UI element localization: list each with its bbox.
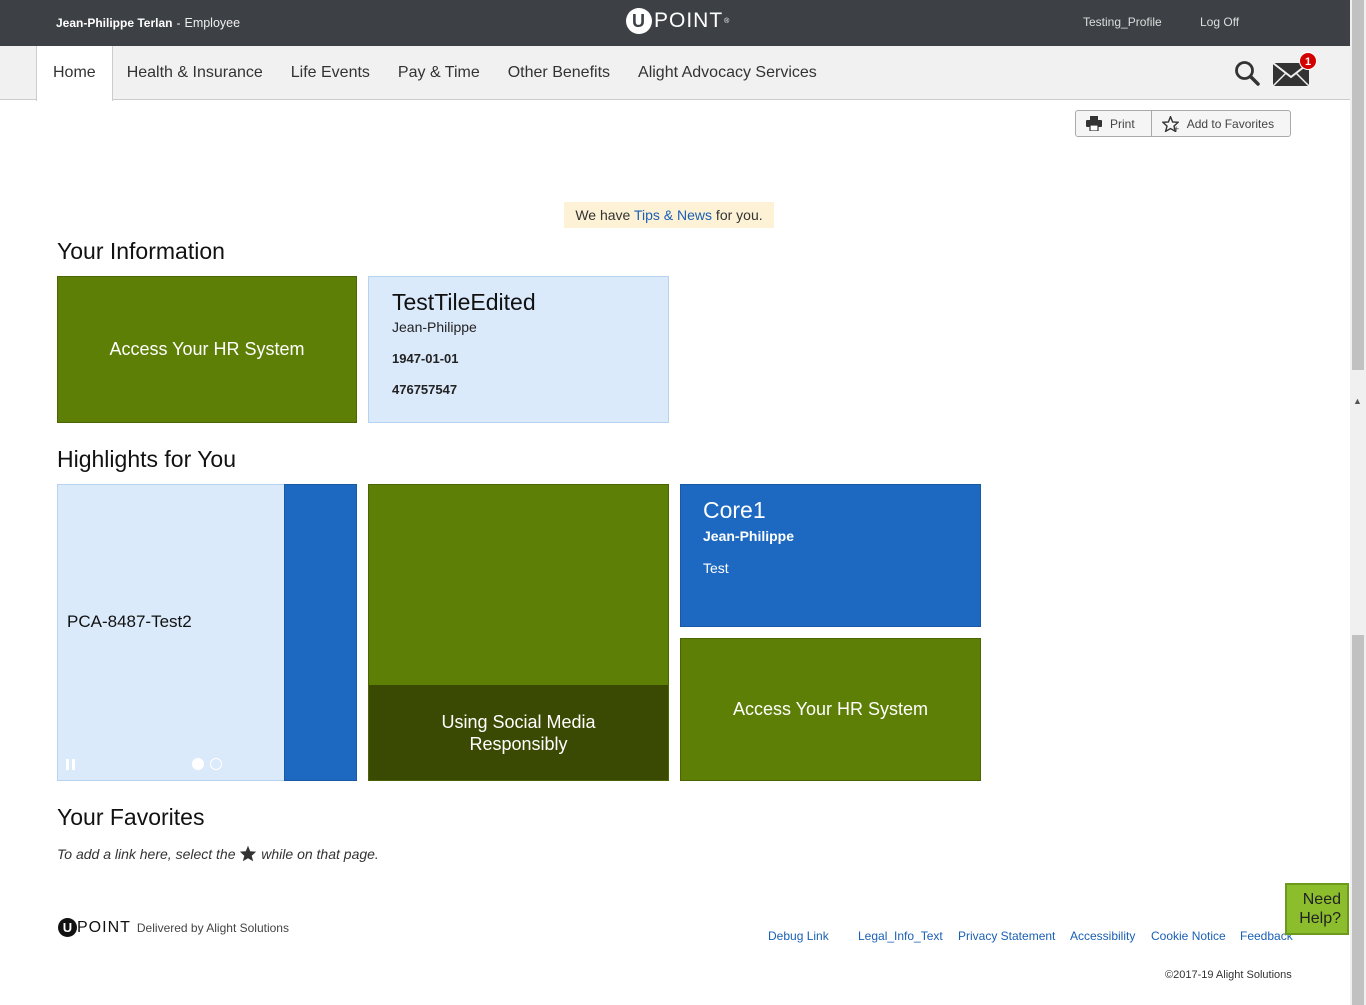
main-nav: Home Health & Insurance Life Events Pay … [36, 46, 831, 101]
star-icon [240, 845, 257, 862]
favorites-text-post: while on that page. [261, 846, 379, 862]
carousel-slide-text: PCA-8487-Test2 [67, 612, 192, 631]
need-help-line1: Need [1302, 891, 1341, 908]
highlights-heading: Highlights for You [57, 446, 237, 472]
scrollbar-thumb-lower[interactable] [1352, 635, 1364, 1005]
your-favorites-heading: Your Favorites [57, 804, 205, 830]
user-role: Employee [184, 16, 241, 30]
favorites-instructions: To add a link here, select the while on … [57, 845, 379, 862]
carousel-dot[interactable] [210, 758, 222, 770]
tips-text-pre: We have [575, 207, 634, 223]
profile-link[interactable]: Testing_Profile [1083, 15, 1162, 29]
nav-other-benefits[interactable]: Other Benefits [494, 46, 624, 100]
test-tile-date: 1947-01-01 [392, 351, 459, 366]
highlights-access-hr-label: Access Your HR System [732, 699, 929, 719]
footer-cookie-link[interactable]: Cookie Notice [1151, 929, 1226, 943]
add-to-favorites-label: Add to Favorites [1186, 116, 1275, 131]
footer-legal-link[interactable]: Legal_Info_Text [858, 929, 943, 943]
nav-pay-time[interactable]: Pay & Time [384, 46, 494, 100]
test-tile-name: Jean-Philippe [392, 319, 477, 335]
carousel-pause-icon[interactable] [66, 759, 75, 770]
core1-text: Test [703, 560, 729, 576]
upoint-logo[interactable]: U POINT ® [626, 8, 730, 34]
tips-text-post: for you. [712, 207, 763, 223]
print-button[interactable]: Print [1076, 111, 1151, 136]
social-media-caption: Using Social Media Responsibly [369, 685, 668, 780]
favorites-text-link: link here [114, 846, 168, 862]
footer-logo-text: POINT [77, 918, 131, 936]
nav-life-events[interactable]: Life Events [277, 46, 384, 100]
favorites-text-pre: To add a [57, 846, 115, 862]
core1-title: Core1 [703, 497, 766, 523]
footer-delivered-text: Delivered by Alight Solutions [136, 920, 289, 935]
favorites-text-mid: , select the [167, 846, 236, 862]
core1-name: Jean-Philippe [703, 528, 795, 544]
highlights-access-hr-tile[interactable]: Access Your HR System [680, 638, 981, 781]
top-bar: Jean-Philippe Terlan - Employee U POINT ® Te… [0, 0, 1350, 46]
page-toolbar: Print + Add to Favorites [1075, 110, 1292, 137]
access-hr-system-tile[interactable]: Access Your HR System [57, 276, 357, 423]
user-separator: - [176, 16, 181, 30]
search-icon[interactable] [1234, 60, 1260, 86]
svg-text:+: + [1172, 123, 1178, 132]
footer-accessibility-link[interactable]: Accessibility [1070, 929, 1135, 943]
core1-tile[interactable]: Core1 Jean-Philippe Test [680, 484, 981, 627]
scrollbar-thumb[interactable] [1352, 0, 1364, 370]
user-name: Jean-Philippe Terlan [56, 16, 173, 30]
add-to-favorites-button[interactable]: + Add to Favorites [1150, 111, 1290, 136]
access-hr-system-label: Access Your HR System [109, 339, 305, 359]
print-label: Print [1110, 116, 1135, 131]
carousel-next-slide-tile[interactable] [284, 484, 357, 781]
main-nav-bar: Home Health & Insurance Life Events Pay … [0, 46, 1350, 101]
nav-health-insurance[interactable]: Health & Insurance [113, 46, 277, 100]
carousel-dot-active[interactable] [192, 758, 204, 770]
social-media-label: Using Social Media Responsibly [441, 711, 596, 754]
highlights-carousel[interactable]: PCA-8487-Test2 [57, 484, 285, 781]
need-help-line2: Help? [1299, 910, 1341, 927]
scroll-up-arrow-icon[interactable]: ▲ [1353, 396, 1362, 406]
test-tile[interactable]: TestTileEdited Jean-Philippe 1947-01-01 … [368, 276, 669, 423]
social-media-tile[interactable]: Using Social Media Responsibly [368, 484, 669, 781]
footer-copyright: ©2017-19 Alight Solutions [1165, 969, 1292, 981]
footer-privacy-link[interactable]: Privacy Statement [958, 929, 1055, 943]
tips-news-banner: We have Tips & News for you. [564, 202, 774, 228]
need-help-button[interactable]: Need Help? [1285, 883, 1349, 935]
star-outline-icon: + [1161, 115, 1179, 132]
footer-debug-link[interactable]: Debug Link [768, 929, 829, 943]
nav-home[interactable]: Home [36, 46, 113, 101]
footer-logo: U POINT Delivered by Alight Solutions [58, 918, 289, 937]
logoff-link[interactable]: Log Off [1200, 15, 1239, 29]
footer-logo-u-icon: U [58, 918, 77, 937]
tips-news-link[interactable]: Tips & News [634, 207, 712, 223]
your-information-heading: Your Information [57, 238, 225, 264]
mail-count-badge: 1 [1299, 52, 1317, 70]
printer-icon [1086, 116, 1102, 131]
logo-text: POINT [654, 9, 724, 32]
nav-alight-advocacy[interactable]: Alight Advocacy Services [624, 46, 831, 100]
user-info: Jean-Philippe Terlan - Employee [56, 16, 240, 30]
test-tile-title: TestTileEdited [392, 289, 536, 315]
logo-trademark: ® [724, 17, 731, 25]
test-tile-number: 476757547 [392, 382, 458, 397]
logo-u-icon: U [626, 8, 652, 34]
